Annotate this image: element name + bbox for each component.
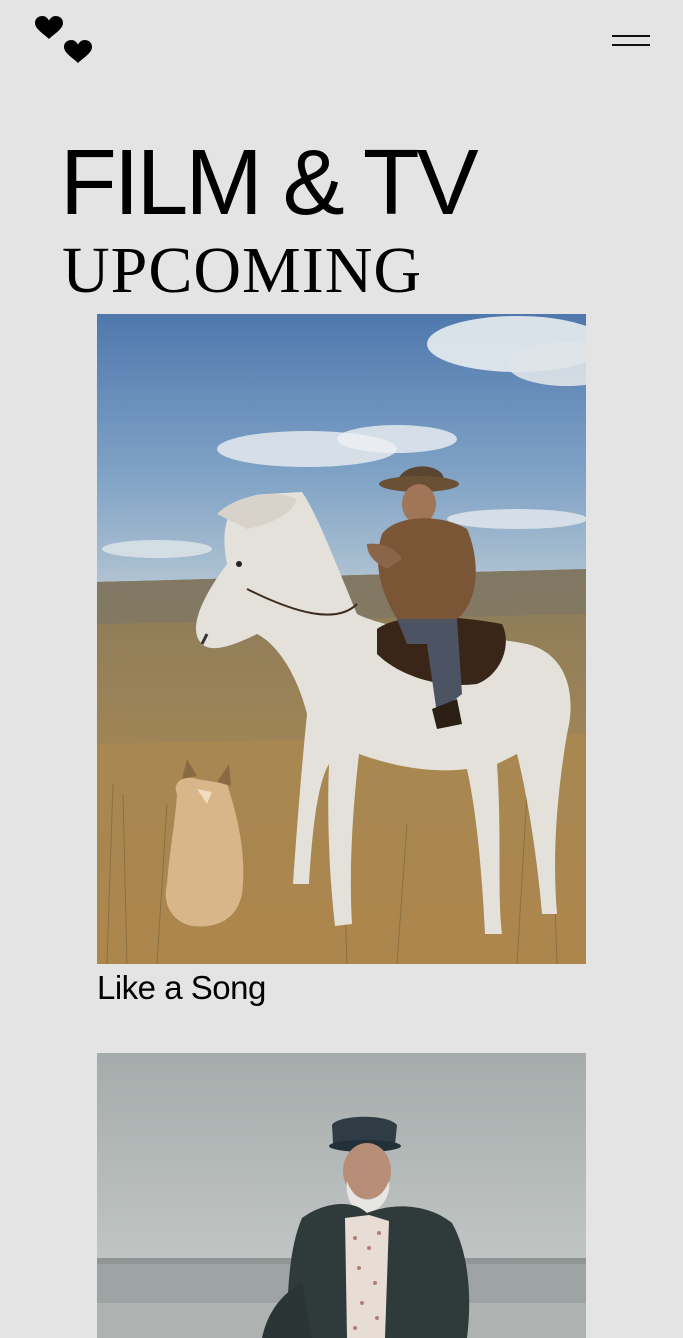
hamburger-menu-icon [612, 35, 650, 37]
project-title: Like a Song [97, 969, 266, 1006]
project-image-old-man [97, 1053, 586, 1338]
two-hearts-logo-icon [35, 16, 92, 63]
site-logo[interactable] [34, 16, 94, 64]
page-title: FILM & TV [60, 130, 479, 234]
section-title: UPCOMING [62, 234, 423, 307]
hamburger-menu-icon-line [612, 44, 650, 46]
project-card[interactable] [97, 1053, 586, 1338]
project-card[interactable]: Like a Song [97, 314, 586, 1008]
project-image-horseman [97, 314, 586, 964]
menu-button[interactable] [612, 33, 650, 47]
